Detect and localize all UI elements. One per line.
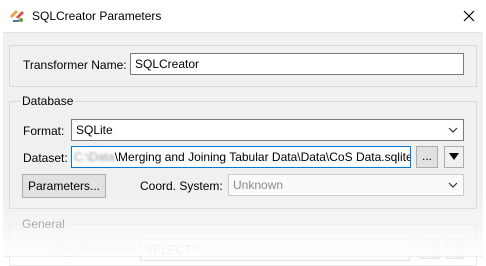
browse-button[interactable]: ...: [416, 146, 438, 168]
format-value: SQLite: [76, 123, 113, 137]
transformer-name-label: Transformer Name:: [23, 58, 127, 72]
chevron-down-icon: [448, 127, 458, 133]
transformer-name-group: Transformer Name: SQLCreator: [9, 45, 477, 87]
sqlcreator-app-icon: [10, 10, 24, 22]
close-icon[interactable]: [459, 6, 479, 26]
dialog-body: Transformer Name: SQLCreator Database Fo…: [3, 32, 483, 266]
chevron-down-icon: [448, 182, 458, 188]
sql-edit-button[interactable]: [420, 239, 440, 259]
window-title: SQLCreator Parameters: [32, 9, 162, 23]
database-group: Database Format: SQLite Dataset: C:\Data…: [9, 94, 477, 209]
dataset-label: Dataset:: [23, 151, 68, 165]
dataset-value: \Merging and Joining Tabular Data\Data\C…: [114, 150, 411, 164]
dataset-hidden-prefix: C:\Data: [74, 150, 115, 164]
sql-statement-label: SQL Statement:: [50, 243, 135, 257]
parameters-button-label: Parameters...: [27, 179, 101, 193]
dataset-input[interactable]: C:\Data\Merging and Joining Tabular Data…: [71, 146, 411, 168]
coord-system-label: Coord. System:: [140, 179, 223, 193]
browse-button-label: ...: [421, 149, 432, 163]
title-bar: SQLCreator Parameters: [0, 0, 486, 32]
sql-statement-value: SELECT *: [145, 243, 200, 257]
general-group: General SQL Statement: SELECT *: [9, 217, 477, 266]
dataset-dropdown-button[interactable]: [444, 146, 464, 168]
database-group-label: Database: [20, 94, 76, 108]
coord-system-select[interactable]: Unknown: [228, 174, 464, 196]
transformer-name-input[interactable]: SQLCreator: [130, 53, 464, 75]
coord-system-value: Unknown: [233, 178, 284, 192]
general-group-label: General: [20, 217, 67, 231]
triangle-down-icon: [449, 153, 459, 160]
parameters-button[interactable]: Parameters...: [22, 174, 106, 198]
sql-statement-input[interactable]: SELECT *: [140, 239, 410, 261]
format-select[interactable]: SQLite: [71, 119, 464, 141]
sql-dropdown-button[interactable]: [446, 239, 464, 259]
format-label: Format:: [23, 124, 65, 138]
